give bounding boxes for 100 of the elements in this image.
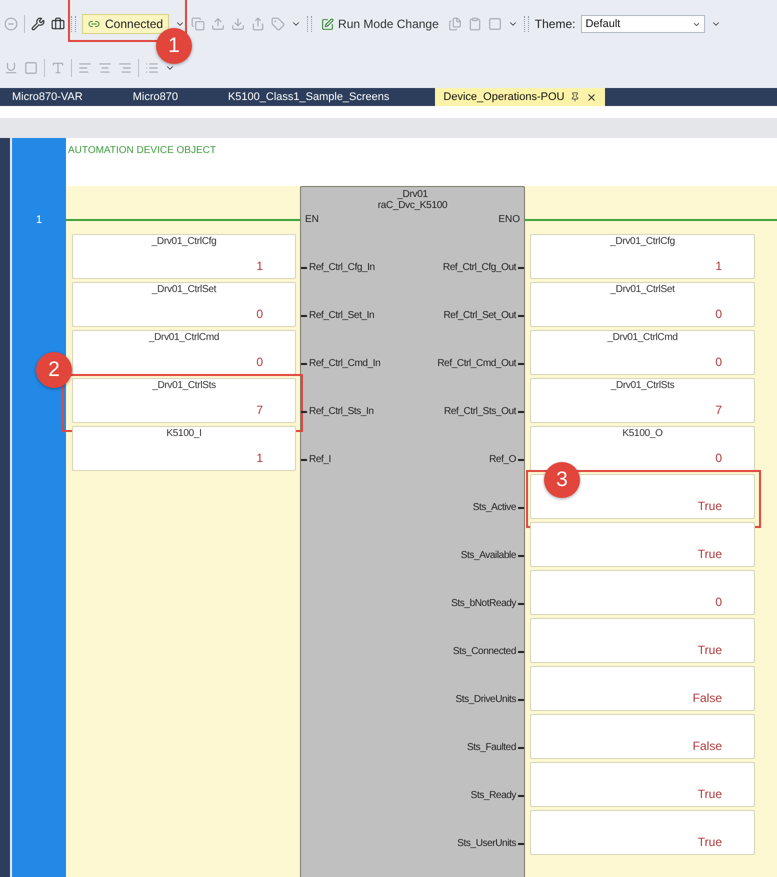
copy-icon[interactable] bbox=[191, 17, 206, 31]
callout-badge: 1 bbox=[156, 28, 192, 64]
variable-box[interactable]: _Drv01_CtrlCfg 1 bbox=[530, 234, 755, 279]
variable-name: K5100_I bbox=[166, 428, 202, 439]
variable-value: 0 bbox=[715, 451, 722, 465]
variable-box[interactable]: _Drv01_CtrlSts 7 bbox=[72, 378, 296, 423]
pin-label: Sts_UserUnits bbox=[457, 838, 524, 849]
variable-box[interactable]: _Drv01_CtrlSet 0 bbox=[72, 282, 296, 327]
run-mode-button[interactable]: Run Mode Change bbox=[318, 14, 442, 34]
pin-label: ENO bbox=[498, 214, 520, 225]
pin-label: Ref_I bbox=[301, 454, 331, 465]
wrench-icon[interactable] bbox=[31, 17, 45, 31]
pin-label: Sts_Ready bbox=[470, 790, 524, 801]
variable-value: 0 bbox=[256, 355, 263, 369]
list-icon[interactable] bbox=[145, 61, 159, 75]
clipboard-icon[interactable] bbox=[468, 17, 482, 31]
pin-label: Ref_Ctrl_Sts_In bbox=[301, 406, 374, 417]
editor-tab[interactable]: Device_Operations-POU bbox=[435, 88, 606, 106]
editor-tab[interactable]: Micro870 bbox=[128, 88, 182, 106]
pin-label: Ref_Ctrl_Set_Out bbox=[443, 310, 524, 321]
connection-button[interactable]: Connected bbox=[82, 14, 170, 34]
value-box[interactable]: True bbox=[530, 618, 755, 663]
variable-name: _Drv01_CtrlSts bbox=[152, 380, 216, 391]
upload-icon[interactable] bbox=[211, 17, 226, 31]
pin-label: Sts_bNotReady bbox=[451, 598, 524, 609]
rung-number: 1 bbox=[36, 214, 42, 228]
pin-label: Sts_DriveUnits bbox=[455, 694, 524, 705]
pin-label: Ref_Ctrl_Cfg_In bbox=[301, 262, 375, 273]
value-box[interactable]: True bbox=[530, 762, 755, 807]
square-icon[interactable] bbox=[24, 61, 38, 75]
variable-value: True bbox=[698, 643, 722, 657]
variable-value: 0 bbox=[715, 595, 722, 609]
variable-value: 0 bbox=[256, 307, 263, 321]
variable-value: 1 bbox=[256, 259, 263, 273]
align-right-icon[interactable] bbox=[118, 61, 132, 75]
variable-value: 1 bbox=[715, 259, 722, 273]
value-box[interactable]: True bbox=[530, 522, 755, 567]
rung-comment: AUTOMATION DEVICE OBJECT bbox=[68, 145, 216, 156]
underline-icon[interactable] bbox=[4, 61, 18, 75]
pin-label: Sts_Active bbox=[472, 502, 524, 513]
pin-label: EN bbox=[305, 214, 319, 225]
variable-name: _Drv01_CtrlSet bbox=[152, 284, 216, 295]
edit-icon bbox=[321, 18, 334, 30]
align-center-icon[interactable] bbox=[98, 61, 112, 75]
circle-icon[interactable] bbox=[4, 17, 18, 31]
square-icon[interactable] bbox=[488, 17, 502, 31]
variable-value: 0 bbox=[715, 307, 722, 321]
align-left-icon[interactable] bbox=[78, 61, 92, 75]
function-block[interactable] bbox=[300, 186, 525, 877]
pin-label: Ref_Ctrl_Cfg_Out bbox=[442, 262, 524, 273]
pin-label: Sts_Faulted bbox=[467, 742, 524, 753]
variable-name: _Drv01_CtrlCmd bbox=[148, 332, 220, 343]
variable-value: 7 bbox=[715, 403, 722, 417]
pin-label: Ref_Ctrl_Cmd_In bbox=[301, 358, 380, 369]
variable-value: True bbox=[698, 547, 722, 561]
variable-name: _Drv01_CtrlCfg bbox=[610, 236, 675, 247]
briefcase-icon[interactable] bbox=[51, 17, 65, 31]
value-box[interactable]: True bbox=[530, 810, 755, 855]
variable-value: True bbox=[698, 835, 722, 849]
files-icon[interactable] bbox=[448, 17, 462, 31]
upload-icon[interactable] bbox=[251, 17, 266, 31]
block-instance: _Drv01 bbox=[397, 189, 428, 200]
pin-icon[interactable] bbox=[570, 92, 580, 102]
editor-tab[interactable]: K5100_Class1_Sample_Screens bbox=[224, 88, 394, 106]
variable-value: True bbox=[698, 787, 722, 801]
text-icon[interactable] bbox=[51, 61, 65, 75]
variable-value: 1 bbox=[256, 451, 263, 465]
variable-box[interactable]: _Drv01_CtrlCmd 0 bbox=[530, 330, 755, 375]
variable-box[interactable]: _Drv01_CtrlCmd 0 bbox=[72, 330, 296, 375]
close-icon[interactable] bbox=[586, 92, 598, 102]
variable-name: _Drv01_CtrlCfg bbox=[152, 236, 216, 247]
link-icon bbox=[88, 18, 100, 30]
tag-icon[interactable] bbox=[271, 17, 286, 31]
variable-box[interactable]: _Drv01_CtrlCfg 1 bbox=[72, 234, 296, 279]
pin-label: Ref_O bbox=[489, 454, 524, 465]
theme-select[interactable]: Default bbox=[581, 15, 706, 33]
variable-value: False bbox=[692, 691, 722, 705]
block-type: raC_Dvc_K5100 bbox=[378, 200, 448, 211]
variable-value: 7 bbox=[256, 403, 263, 417]
variable-name: _Drv01_CtrlSet bbox=[610, 284, 675, 295]
variable-value: False bbox=[692, 739, 722, 753]
variable-box[interactable]: K5100_I 1 bbox=[72, 426, 296, 471]
value-box[interactable]: False bbox=[530, 714, 755, 759]
variable-box[interactable]: _Drv01_CtrlSet 0 bbox=[530, 282, 755, 327]
pin-label: Sts_Available bbox=[460, 550, 524, 561]
variable-value: 0 bbox=[715, 355, 722, 369]
variable-name: _Drv01_CtrlSts bbox=[610, 380, 674, 391]
variable-name: _Drv01_CtrlCmd bbox=[607, 332, 678, 343]
variable-box[interactable]: _Drv01_CtrlSts 7 bbox=[530, 378, 755, 423]
pin-label: Ref_Ctrl_Cmd_Out bbox=[437, 358, 524, 369]
variable-name: K5100_O bbox=[622, 428, 663, 439]
pin-label: Sts_Connected bbox=[452, 646, 524, 657]
download-icon[interactable] bbox=[231, 17, 246, 31]
variable-box[interactable]: K5100_O 0 bbox=[530, 426, 755, 471]
value-box[interactable]: False bbox=[530, 666, 755, 711]
variable-value: True bbox=[698, 499, 722, 513]
theme-label: Theme: bbox=[534, 17, 576, 31]
pin-label: Ref_Ctrl_Set_In bbox=[301, 310, 374, 321]
value-box[interactable]: 0 bbox=[530, 570, 755, 615]
editor-tab[interactable]: Micro870-VAR bbox=[8, 88, 87, 106]
